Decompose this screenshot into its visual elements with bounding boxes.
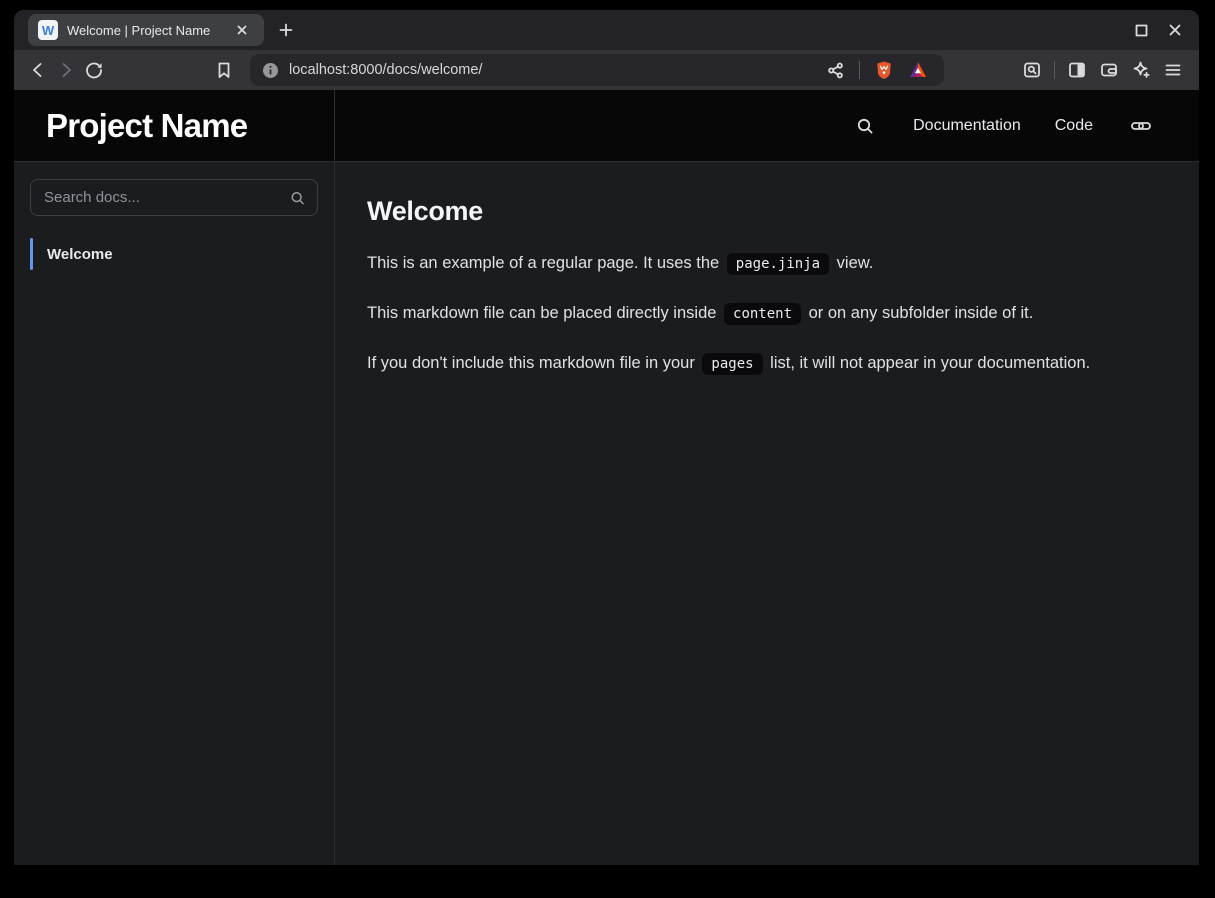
sidebar-item-label: Welcome: [47, 246, 113, 263]
forward-icon: [56, 60, 76, 80]
sidebar-toggle-button[interactable]: [1063, 56, 1091, 84]
back-icon: [28, 60, 48, 80]
site-logo[interactable]: Project Name: [46, 107, 247, 145]
site-logo-area[interactable]: Project Name: [14, 90, 335, 161]
nav-link-documentation[interactable]: Documentation: [913, 117, 1021, 135]
wallet-icon: [1099, 60, 1119, 80]
paragraph-text: This markdown file can be placed directl…: [367, 304, 721, 322]
docs-main: Welcome This is an example of a regular …: [335, 162, 1199, 865]
back-button[interactable]: [24, 56, 52, 84]
paragraph-text: view.: [832, 254, 873, 272]
inline-code: content: [724, 303, 801, 325]
tab-favicon: W: [38, 20, 58, 40]
docs-search-box: [30, 179, 318, 216]
search-box-icon: [1022, 60, 1042, 80]
browser-window: W Welcome | Project Name: [14, 10, 1199, 865]
wallet-button[interactable]: [1095, 56, 1123, 84]
leo-ai-button[interactable]: [1127, 56, 1155, 84]
bookmark-button[interactable]: [210, 56, 238, 84]
brave-rewards-icon: [908, 60, 928, 80]
sidebar-toggle-icon: [1067, 60, 1087, 80]
site-link-button[interactable]: [1127, 112, 1155, 140]
divider: [859, 61, 860, 79]
desktop: W Welcome | Project Name: [0, 0, 1215, 898]
reload-button[interactable]: [80, 56, 108, 84]
docs-sidebar: Welcome: [14, 162, 335, 865]
bookmark-icon: [214, 60, 234, 80]
brave-shield-icon: [874, 60, 894, 80]
paragraph-text: This is an example of a regular page. It…: [367, 254, 724, 272]
site-info-icon[interactable]: [262, 62, 279, 79]
new-tab-button[interactable]: [272, 16, 300, 44]
page-title: Welcome: [367, 196, 1159, 227]
site-body: Welcome Welcome This is an example of a …: [14, 162, 1199, 865]
paragraph-text: or on any subfolder inside of it.: [804, 304, 1033, 322]
plus-icon: [277, 21, 295, 39]
inline-code: pages: [702, 353, 762, 375]
menu-icon: [1163, 60, 1183, 80]
paragraph: If you don't include this markdown file …: [367, 350, 1127, 377]
toolbar-right-actions: [1018, 56, 1189, 84]
menu-button[interactable]: [1159, 56, 1187, 84]
brave-shields-button[interactable]: [870, 56, 898, 84]
paragraph: This markdown file can be placed directl…: [367, 300, 1127, 327]
divider: [1054, 61, 1055, 79]
site-search-button[interactable]: [851, 112, 879, 140]
paragraph: This is an example of a regular page. It…: [367, 250, 1127, 277]
active-indicator: [30, 238, 33, 270]
maximize-icon: [1134, 23, 1149, 38]
tab-close-button[interactable]: [228, 16, 256, 44]
reload-icon: [84, 60, 104, 80]
nav-link-code[interactable]: Code: [1055, 117, 1093, 135]
nav-buttons: [24, 56, 108, 84]
search-icon: [289, 189, 306, 206]
paragraph-text: If you don't include this markdown file …: [367, 354, 699, 372]
share-icon: [826, 61, 845, 80]
site-header-nav: Documentation Code: [335, 90, 1199, 161]
window-close-button[interactable]: [1161, 16, 1189, 44]
sidebar-item-welcome[interactable]: Welcome: [30, 238, 318, 270]
address-bar-actions: [821, 56, 932, 84]
browser-tab[interactable]: W Welcome | Project Name: [28, 14, 264, 46]
maximize-button[interactable]: [1127, 16, 1155, 44]
tab-title: Welcome | Project Name: [67, 23, 228, 38]
tab-bar: W Welcome | Project Name: [14, 10, 1199, 50]
close-icon: [1167, 22, 1183, 38]
browser-toolbar: localhost:8000/docs/welcome/: [14, 50, 1199, 90]
docs-search-input[interactable]: [31, 180, 317, 215]
window-controls: [1127, 16, 1199, 44]
search-icon: [855, 116, 875, 136]
search-tabs-button[interactable]: [1018, 56, 1046, 84]
brave-rewards-button[interactable]: [904, 56, 932, 84]
inline-code: page.jinja: [727, 253, 829, 275]
paragraph-text: list, it will not appear in your documen…: [766, 354, 1091, 372]
share-button[interactable]: [821, 56, 849, 84]
article-body: This is an example of a regular page. It…: [367, 250, 1127, 377]
forward-button[interactable]: [52, 56, 80, 84]
site-header: Project Name Documentation Code: [14, 90, 1199, 162]
close-icon: [234, 22, 250, 38]
url-text[interactable]: localhost:8000/docs/welcome/: [289, 62, 821, 78]
address-bar[interactable]: localhost:8000/docs/welcome/: [250, 54, 944, 86]
ai-sparkle-icon: [1131, 60, 1151, 80]
web-page: Project Name Documentation Code: [14, 90, 1199, 865]
link-icon: [1129, 114, 1153, 138]
sidebar-nav: Welcome: [30, 238, 318, 270]
